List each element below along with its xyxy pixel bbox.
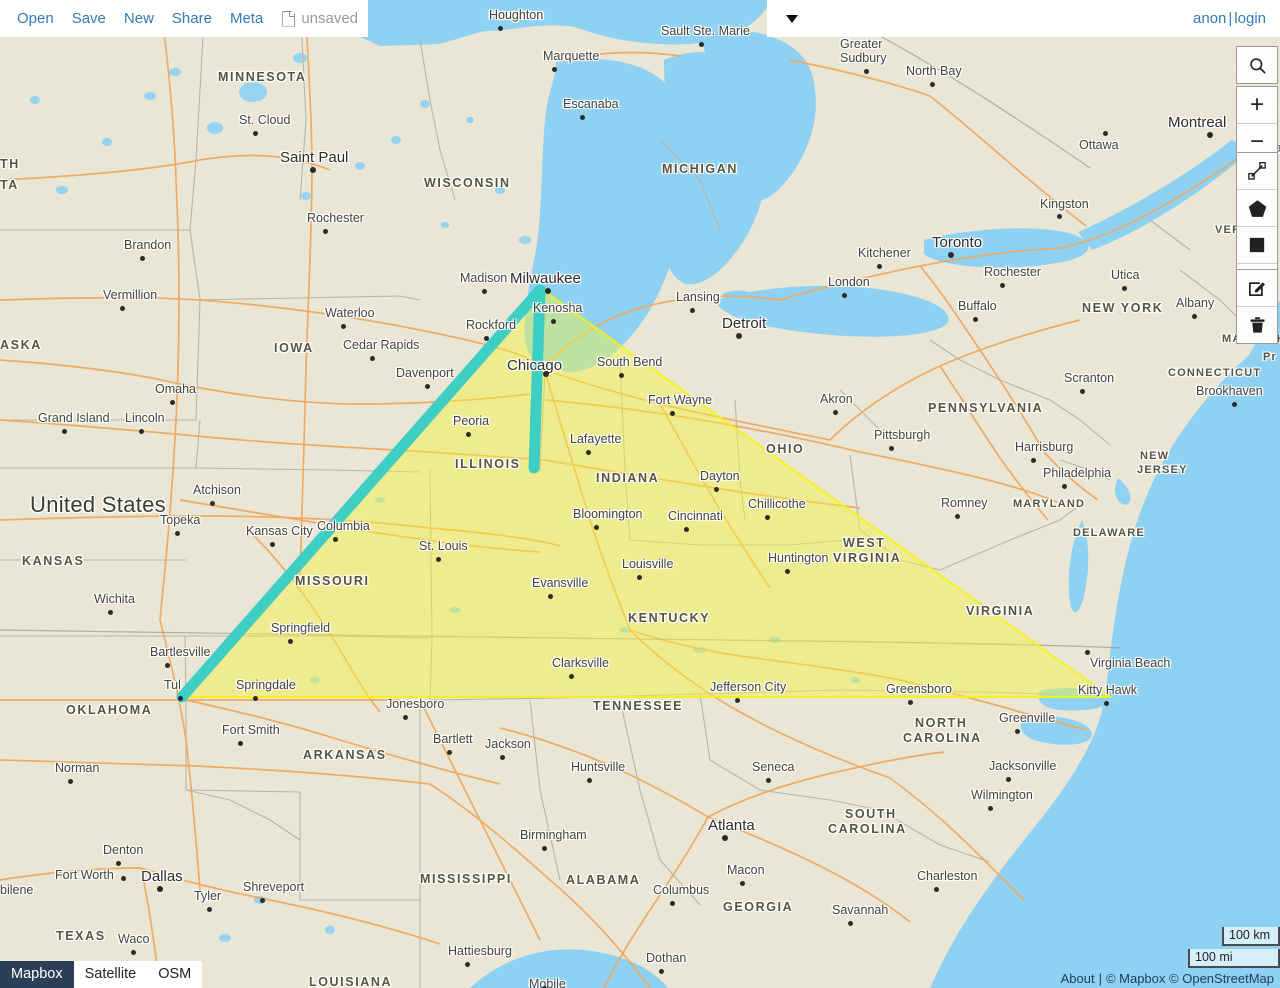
basemap-option-satellite[interactable]: Satellite <box>73 961 148 988</box>
trash-icon <box>1250 317 1264 333</box>
osm-attribution-link[interactable]: © OpenStreetMap <box>1169 971 1274 986</box>
scale-metric: 100 km <box>1222 927 1280 946</box>
search-icon <box>1249 57 1265 73</box>
new-button[interactable]: New <box>115 0 163 37</box>
mapbox-attribution-link[interactable]: © Mapbox <box>1106 971 1165 986</box>
draw-polygon-button[interactable] <box>1237 189 1277 226</box>
zoom-control-group: + − <box>1236 86 1278 161</box>
minus-icon: − <box>1249 128 1264 155</box>
zoom-in-button[interactable]: + <box>1237 87 1277 123</box>
attribution: About | © Mapbox © OpenStreetMap <box>1061 971 1274 986</box>
yellow-triangle-polygon[interactable] <box>179 286 1114 698</box>
draw-line-icon <box>1248 162 1266 180</box>
toolbar-right: anon | login <box>767 0 1280 37</box>
edit-button[interactable] <box>1237 270 1277 306</box>
basemap-option-mapbox[interactable]: Mapbox <box>0 961 74 988</box>
map-canvas[interactable]: MINNESOTA WISCONSIN MICHIGAN IOWA ILLINOIS IN… <box>0 0 1280 988</box>
login-button[interactable]: login <box>1234 10 1266 27</box>
auth-area: anon | login <box>1193 10 1266 27</box>
open-button[interactable]: Open <box>8 0 63 37</box>
plus-icon: + <box>1249 91 1264 118</box>
about-link[interactable]: About <box>1061 971 1095 986</box>
delete-button[interactable] <box>1237 306 1277 343</box>
basemap-option-osm[interactable]: OSM <box>147 961 203 988</box>
basemap-switcher: Mapbox Satellite OSM <box>0 961 203 988</box>
scale-imperial: 100 mi <box>1188 949 1280 968</box>
scale-bars: 100 km 100 mi <box>1188 927 1280 968</box>
user-label[interactable]: anon <box>1193 10 1226 27</box>
toolbar-left: Open Save New Share Meta unsaved <box>0 0 368 37</box>
file-icon <box>282 10 296 27</box>
attribution-separator: | <box>1098 971 1102 986</box>
edit-tools-group <box>1236 269 1278 344</box>
meta-button[interactable]: Meta <box>221 0 272 37</box>
share-button[interactable]: Share <box>163 0 221 37</box>
search-control-group <box>1236 46 1278 84</box>
draw-rectangle-button[interactable] <box>1237 226 1277 263</box>
chevron-down-icon[interactable] <box>781 8 803 30</box>
draw-polygon-icon <box>1248 199 1266 217</box>
search-button[interactable] <box>1237 47 1277 83</box>
draw-rectangle-icon <box>1249 237 1265 253</box>
save-button[interactable]: Save <box>63 0 115 37</box>
edit-square-icon <box>1249 282 1265 296</box>
map-application: MINNESOTA WISCONSIN MICHIGAN IOWA ILLINOIS IN… <box>0 0 1280 988</box>
document-status: unsaved <box>282 10 358 27</box>
document-status-label: unsaved <box>301 10 359 27</box>
drawn-features-layer[interactable] <box>0 0 1280 988</box>
draw-line-button[interactable] <box>1237 153 1277 189</box>
